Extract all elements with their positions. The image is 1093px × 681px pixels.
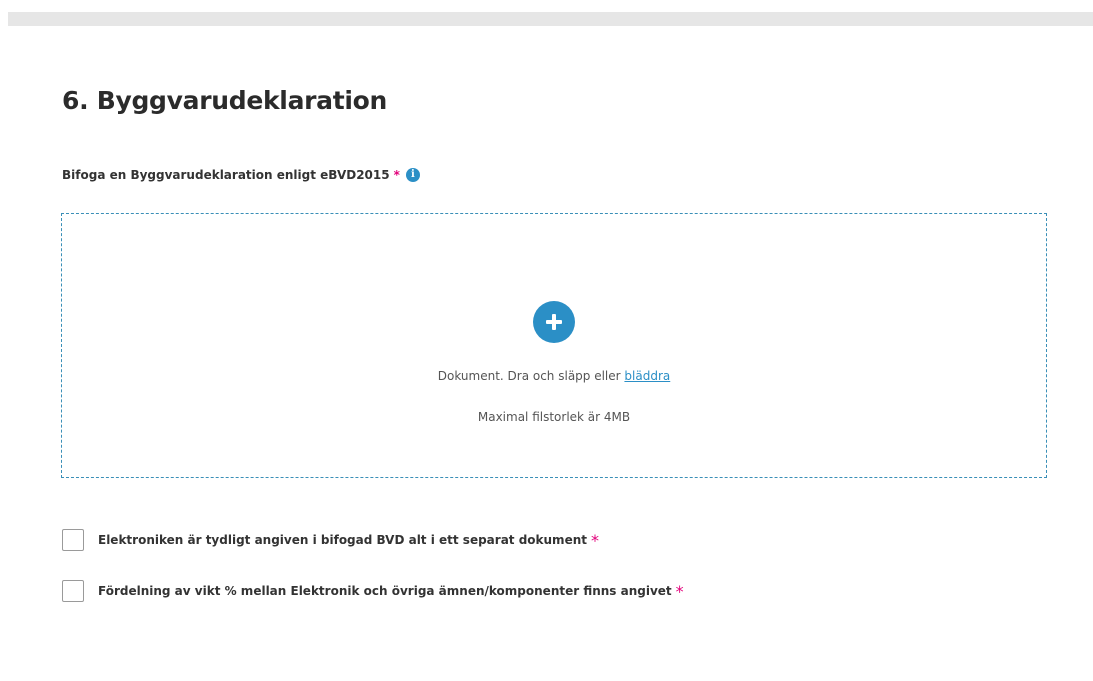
upload-field-label: Bifoga en Byggvarudeklaration enligt eBV… <box>62 166 420 184</box>
dropzone-text: Dokument. Dra och släpp eller <box>437 369 621 383</box>
required-asterisk: * <box>393 168 400 182</box>
checkbox-row-weight-distribution[interactable]: Fördelning av vikt % mellan Elektronik o… <box>62 580 684 602</box>
checkbox-weight-distribution[interactable] <box>62 580 84 602</box>
checkbox-label: Elektroniken är tydligt angiven i bifoga… <box>98 533 587 547</box>
required-asterisk: * <box>590 530 599 550</box>
section-title: 6. Byggvarudeklaration <box>62 86 388 115</box>
upload-label-text: Bifoga en Byggvarudeklaration enligt eBV… <box>62 168 390 182</box>
top-divider-bar <box>8 12 1093 26</box>
dropzone-instructions: Dokument. Dra och släpp eller bläddra <box>61 367 1047 385</box>
checkbox-row-electronics[interactable]: Elektroniken är tydligt angiven i bifoga… <box>62 529 599 551</box>
required-asterisk: * <box>675 581 684 601</box>
checkbox-label: Fördelning av vikt % mellan Elektronik o… <box>98 584 672 598</box>
checkbox-electronics[interactable] <box>62 529 84 551</box>
info-icon[interactable]: i <box>405 168 420 182</box>
plus-circle-icon[interactable] <box>533 301 575 343</box>
browse-link[interactable]: bläddra <box>624 369 670 383</box>
file-dropzone[interactable] <box>61 213 1047 478</box>
max-file-size-text: Maximal filstorlek är 4MB <box>477 410 631 424</box>
